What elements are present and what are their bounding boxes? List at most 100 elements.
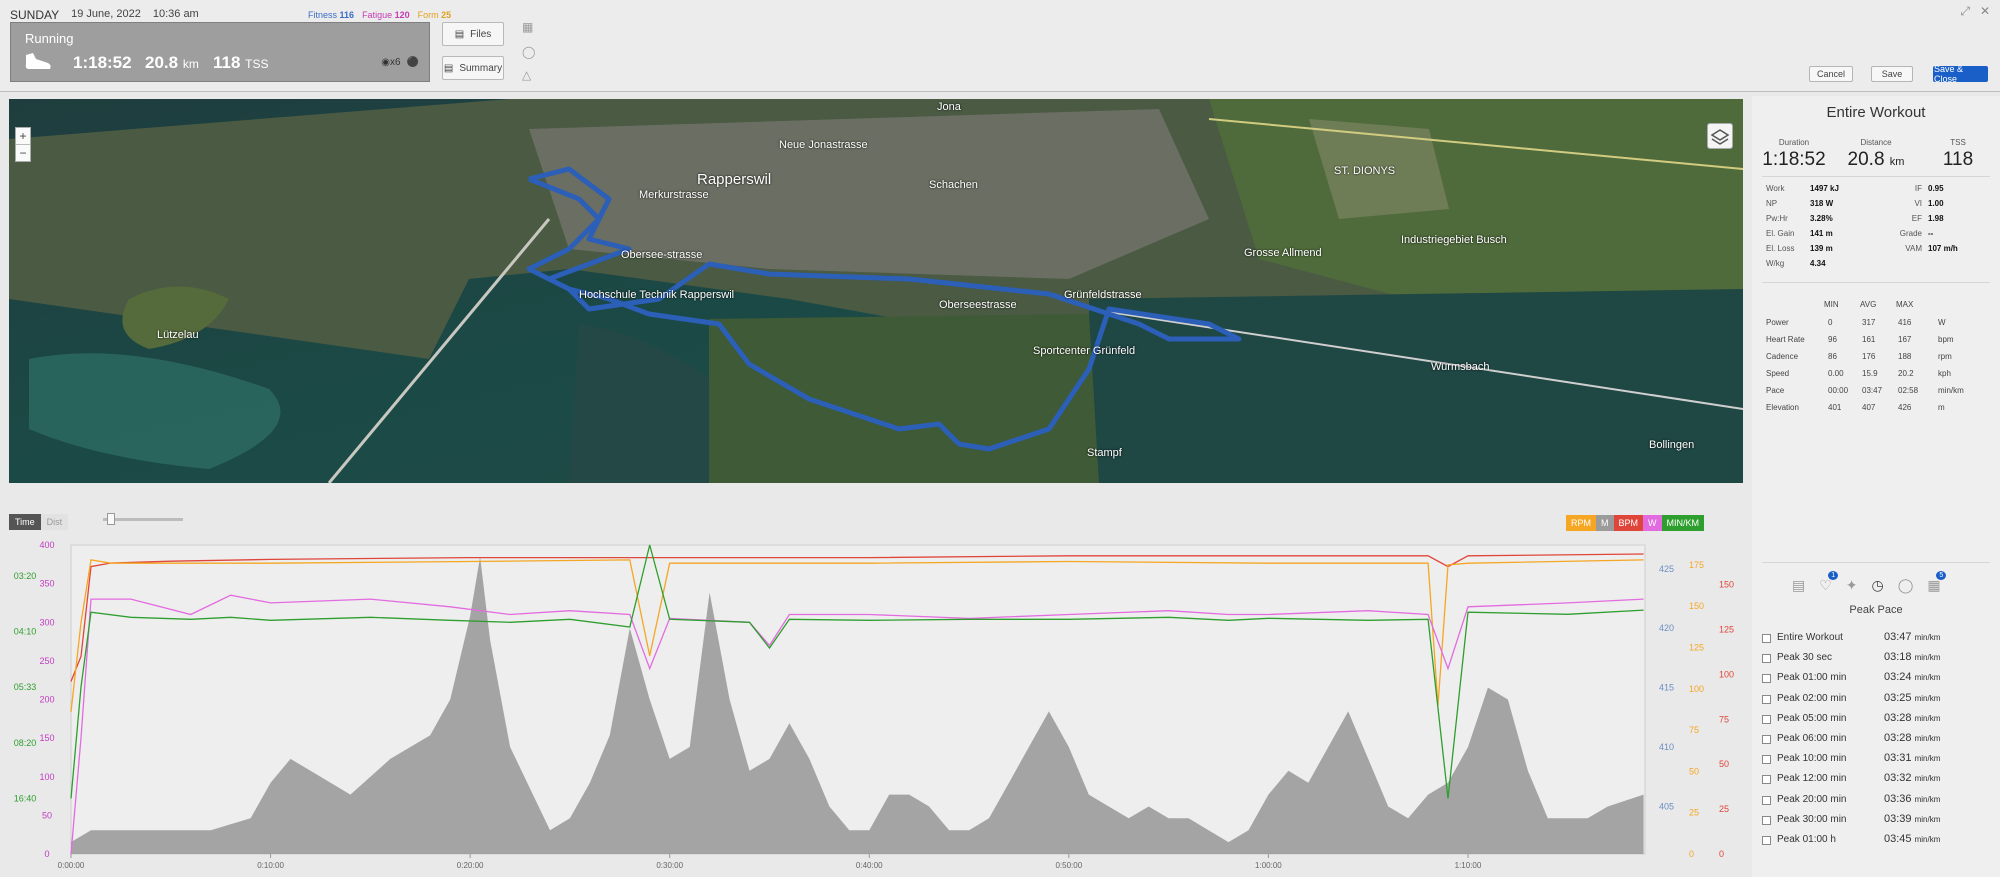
peak-checkbox[interactable]: [1762, 755, 1771, 765]
comment-icon[interactable]: ◯: [522, 45, 538, 59]
peak-checkbox[interactable]: [1762, 775, 1771, 785]
mma-label: Power: [1766, 318, 1789, 327]
power-axis-tick: 300: [39, 617, 54, 627]
map-label-sportcenter: Sportcenter Grünfeld: [1033, 345, 1136, 357]
power-axis-tick: 400: [39, 540, 54, 550]
zoom-in-button[interactable]: +: [16, 128, 30, 144]
map-zoom-control[interactable]: + −: [15, 127, 31, 162]
peak-value: 03:18: [1884, 651, 1912, 664]
cadence-axis-tick: 25: [1689, 808, 1699, 818]
expand-icon[interactable]: ⤢: [1960, 4, 1970, 19]
x-axis-tick-label: 1:10:00: [1455, 861, 1482, 870]
mma-unit: m: [1938, 403, 1945, 412]
mma-label: Cadence: [1766, 352, 1799, 361]
peak-checkbox[interactable]: [1762, 735, 1771, 744]
fitness-metrics: Fitness 116 Fatigue 120 Form 25: [308, 10, 451, 20]
peak-row[interactable]: Peak 05:00 min 03:28 min/km: [1762, 711, 1992, 731]
save-button[interactable]: Save: [1871, 66, 1913, 82]
cadence-axis-tick: 50: [1689, 766, 1699, 776]
peak-row[interactable]: Peak 01:00 min 03:24 min/km: [1762, 670, 1992, 690]
peak-checkbox[interactable]: [1762, 815, 1771, 825]
workout-datetime: SUNDAY 19 June, 2022 10:36 am: [10, 8, 199, 22]
map-label-obersee: Obersee-strasse: [621, 249, 703, 261]
peak-row[interactable]: Entire Workout 03:47 min/km: [1762, 630, 1992, 650]
peak-checkbox[interactable]: [1762, 714, 1771, 724]
cadence-axis-tick: 175: [1689, 560, 1704, 570]
peak-toolbar: ▤ ♡ 1 ✦ ◷ ◯ ▦ 5: [1792, 571, 1947, 594]
calendar-icon[interactable]: ▦ 5: [1927, 571, 1947, 594]
peak-row[interactable]: Peak 01:00 h 03:45 min/km: [1762, 832, 1992, 852]
stat-value: 1.98: [1928, 214, 1944, 223]
pace-axis-tick: 05:33: [14, 682, 37, 692]
peak-row[interactable]: Peak 20:00 min 03:36 min/km: [1762, 792, 1992, 812]
map-label-hochschule: Hochschule Technik Rapperswil: [579, 289, 735, 301]
peak-checkbox[interactable]: [1762, 694, 1771, 704]
clock-icon[interactable]: ◷: [1872, 577, 1884, 594]
divider: [1762, 562, 1990, 563]
circle-icon[interactable]: ◯: [1898, 577, 1914, 594]
lightning-icon[interactable]: ✦: [1846, 577, 1858, 594]
peak-row[interactable]: Peak 30 sec 03:18 min/km: [1762, 650, 1992, 670]
workout-header: SUNDAY 19 June, 2022 10:36 am Fitness 11…: [0, 0, 2000, 92]
peak-row[interactable]: Peak 12:00 min 03:32 min/km: [1762, 771, 1992, 791]
stat-unit: kJ: [1830, 184, 1839, 193]
running-shoe-icon: [25, 53, 51, 69]
fitness-value: 116: [339, 10, 355, 20]
fatigue-value: 120: [394, 10, 410, 20]
power-axis-tick: 100: [39, 772, 54, 782]
summary-tss: 118: [213, 53, 241, 72]
map-layers-button[interactable]: [1707, 123, 1733, 149]
summary-distance: 20.8: [145, 53, 179, 72]
form-label: Form: [417, 10, 439, 20]
map-label-bollingen: Bollingen: [1649, 439, 1695, 451]
peak-checkbox[interactable]: [1762, 674, 1771, 684]
peak-row[interactable]: Peak 10:00 min 03:31 min/km: [1762, 751, 1992, 771]
peak-row[interactable]: Peak 30:00 min 03:39 min/km: [1762, 812, 1992, 832]
workout-time: 10:36 am: [152, 8, 199, 20]
peak-checkbox[interactable]: [1762, 795, 1771, 805]
stat-label: VAM: [1905, 244, 1922, 253]
heart-rate-axis-tick: 150: [1719, 580, 1734, 590]
comments-icon[interactable]: ⚫: [407, 57, 419, 68]
files-button[interactable]: ▤ Files: [442, 22, 504, 46]
route-map[interactable]: + − Rapperswil Jona ST. DIONYS Lützelau …: [9, 99, 1743, 483]
peak-checkbox[interactable]: [1762, 836, 1771, 845]
stat-value: 4.34: [1810, 259, 1826, 268]
peak-row[interactable]: Peak 02:00 min 03:25 min/km: [1762, 691, 1992, 711]
map-label-industriegebiet: Industriegebiet Busch: [1401, 234, 1507, 246]
summary-button[interactable]: ▤ Summary: [442, 56, 504, 80]
close-icon[interactable]: ✕: [1980, 4, 1990, 19]
analyze-icon[interactable]: ▦: [522, 20, 538, 34]
heart-icon[interactable]: ♡ 1: [1819, 571, 1839, 594]
shoe-count-icon[interactable]: ◉x6: [381, 57, 400, 68]
mma-min: 00:00: [1828, 386, 1849, 395]
x-axis-tick-label: 0:30:00: [656, 861, 683, 870]
peak-value: 03:45: [1884, 833, 1912, 845]
save-close-button[interactable]: Save & Close: [1933, 64, 1988, 84]
peak-row[interactable]: Peak 06:00 min 03:28 min/km: [1762, 731, 1992, 751]
cadence-axis-tick: 0: [1689, 849, 1694, 859]
graph-icon[interactable]: △: [522, 68, 538, 82]
cancel-button[interactable]: Cancel: [1809, 66, 1853, 82]
peak-label: Peak 10:00 min: [1777, 753, 1847, 765]
workout-summary-card[interactable]: Running 1:18:52 20.8 km 118 TSS ◉x6 ⚫: [10, 22, 430, 82]
stat-value: 0.95: [1928, 184, 1944, 193]
peak-value: 03:28: [1884, 711, 1912, 724]
mma-avg: 15.9: [1862, 369, 1878, 378]
summary-icon: ▤: [443, 62, 454, 74]
peak-unit: min/km: [1914, 734, 1941, 743]
map-label-rapperswil: Rapperswil: [697, 171, 772, 188]
map-label-oberseestrasse: Oberseestrasse: [939, 299, 1017, 311]
notes-icon[interactable]: ▤: [1792, 577, 1805, 594]
peak-value: 03:47: [1884, 631, 1912, 643]
peak-unit: min/km: [1914, 693, 1941, 703]
zoom-out-button[interactable]: −: [16, 144, 30, 161]
mma-label: Pace: [1766, 386, 1785, 395]
peak-checkbox[interactable]: [1762, 634, 1771, 643]
stat-label: El. Loss: [1766, 244, 1795, 253]
stat-label: Pw:Hr: [1766, 214, 1788, 223]
workout-chart[interactable]: 05010015020025030035040003:2004:1005:330…: [9, 511, 1743, 877]
tss-label: TSS: [1950, 138, 1966, 147]
pace-axis-tick: 08:20: [14, 738, 37, 748]
peak-checkbox[interactable]: [1762, 654, 1771, 664]
